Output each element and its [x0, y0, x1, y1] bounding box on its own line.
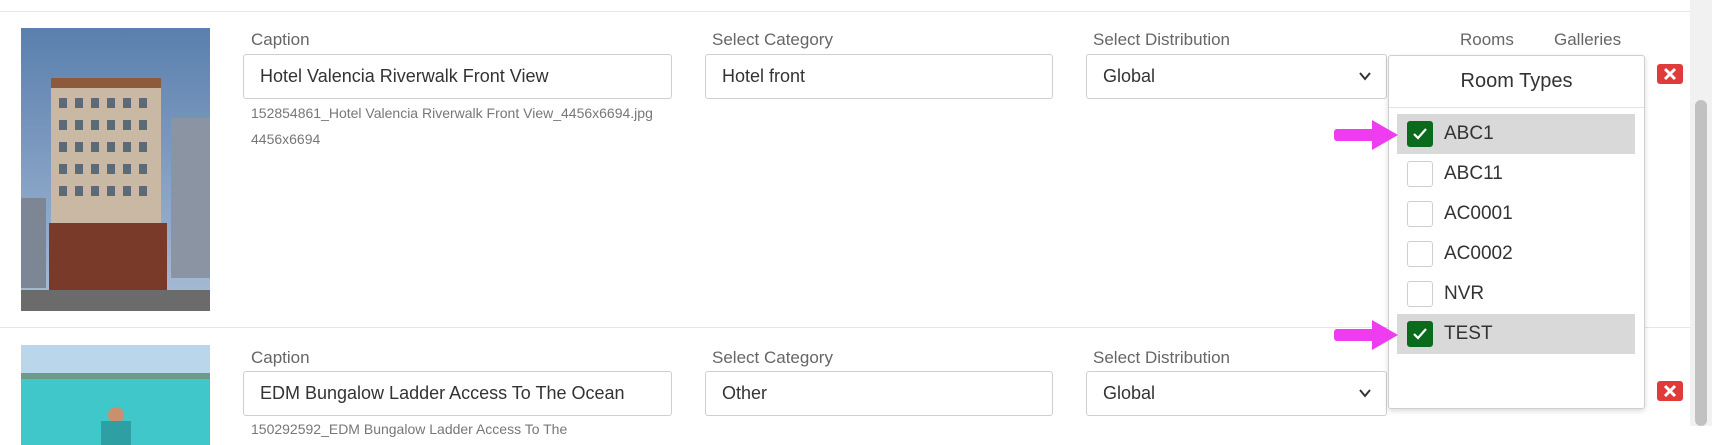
checkbox-checked[interactable] [1407, 121, 1433, 147]
distribution-value: Global [1103, 66, 1156, 86]
checkbox[interactable] [1407, 161, 1433, 187]
category-label: Select Category [712, 348, 833, 367]
distribution-label: Select Distribution [1093, 30, 1231, 49]
checkbox[interactable] [1407, 241, 1433, 267]
room-type-option-nvr[interactable]: NVR [1397, 274, 1635, 314]
caption-value: EDM Bungalow Ladder Access To The Ocean [260, 383, 625, 403]
room-type-option-ac0001[interactable]: AC0001 [1397, 194, 1635, 234]
checkbox[interactable] [1407, 201, 1433, 227]
room-type-label: ABC11 [1444, 163, 1503, 184]
scrollbar-thumb[interactable] [1695, 100, 1707, 426]
remove-image-button[interactable] [1657, 381, 1683, 401]
file-name: 152854861_Hotel Valencia Riverwalk Front… [251, 105, 653, 121]
category-label: Select Category [712, 30, 833, 49]
image-thumbnail-hotel[interactable] [21, 28, 210, 311]
distribution-select[interactable]: Global [1086, 371, 1387, 416]
galleries-header: Galleries [1554, 30, 1622, 49]
room-types-dropdown[interactable]: Room Types ABC1 ABC11 AC0001 AC0002 NVR … [1388, 55, 1645, 409]
file-dimensions: 4456x6694 [251, 131, 321, 147]
room-type-option-abc1[interactable]: ABC1 [1397, 114, 1635, 154]
caption-input[interactable]: EDM Bungalow Ladder Access To The Ocean [243, 371, 672, 416]
room-type-label: AC0001 [1444, 203, 1513, 224]
room-types-title: Room Types [1389, 56, 1644, 108]
room-type-label: NVR [1444, 283, 1485, 304]
caption-label: Caption [251, 348, 310, 367]
remove-image-button[interactable] [1657, 64, 1683, 84]
room-type-label: AC0002 [1444, 243, 1513, 264]
close-icon [1663, 67, 1677, 81]
chevron-down-icon [1359, 389, 1371, 398]
caption-value: Hotel Valencia Riverwalk Front View [260, 66, 549, 86]
distribution-select[interactable]: Global [1086, 54, 1387, 99]
caption-input[interactable]: Hotel Valencia Riverwalk Front View [243, 54, 672, 99]
chevron-down-icon [1359, 72, 1371, 81]
room-type-option-test[interactable]: TEST [1397, 314, 1635, 354]
room-type-option-abc11[interactable]: ABC11 [1397, 154, 1635, 194]
caption-label: Caption [251, 30, 310, 49]
checkmark-icon [1413, 328, 1427, 340]
checkbox-checked[interactable] [1407, 321, 1433, 347]
image-thumbnail-bungalow[interactable] [21, 345, 210, 445]
room-type-option-ac0002[interactable]: AC0002 [1397, 234, 1635, 274]
category-input[interactable]: Hotel front [705, 54, 1053, 99]
checkbox[interactable] [1407, 281, 1433, 307]
file-name: 150292592_EDM Bungalow Ladder Access To … [251, 421, 568, 437]
category-value: Other [722, 383, 768, 403]
category-input[interactable]: Other [705, 371, 1053, 416]
room-type-label: ABC1 [1444, 123, 1494, 144]
checkmark-icon [1413, 128, 1427, 140]
annotation-arrow-icon [1334, 120, 1398, 150]
rooms-header: Rooms [1460, 30, 1514, 49]
distribution-value: Global [1103, 383, 1156, 403]
annotation-arrow-icon [1334, 320, 1398, 350]
close-icon [1663, 384, 1677, 398]
room-type-label: TEST [1444, 323, 1493, 344]
category-value: Hotel front [722, 66, 806, 86]
distribution-label: Select Distribution [1093, 348, 1231, 367]
scrollbar[interactable] [1690, 0, 1712, 426]
